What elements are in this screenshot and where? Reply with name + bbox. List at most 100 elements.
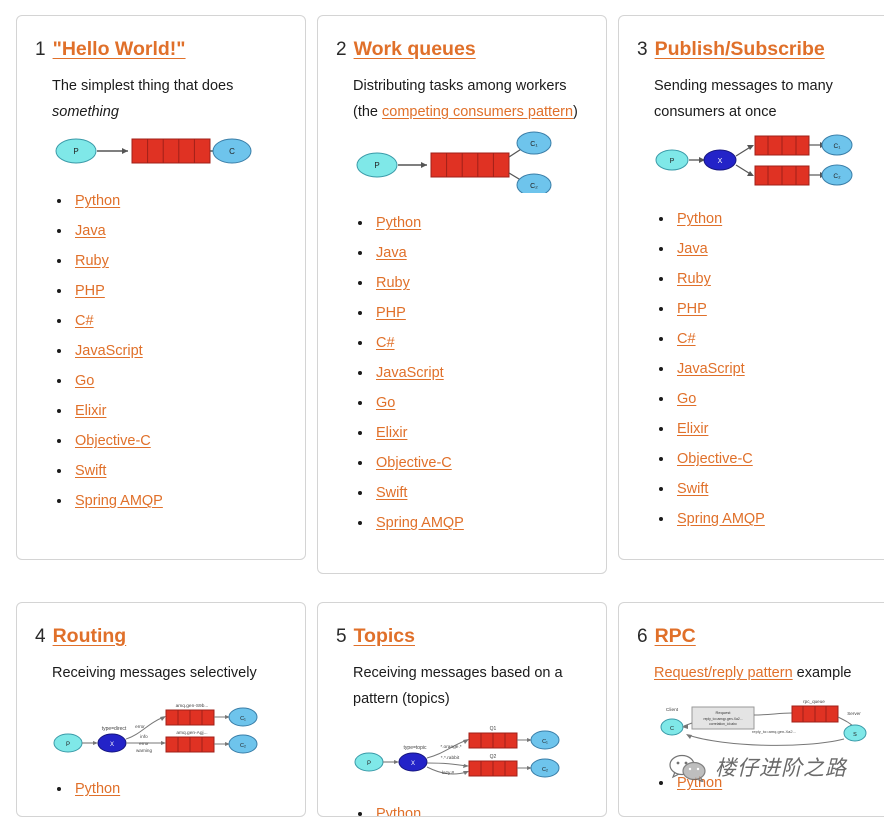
language-link[interactable]: C# xyxy=(376,335,395,351)
server-label: Server xyxy=(847,711,861,716)
language-link[interactable]: Java xyxy=(376,245,407,261)
language-link[interactable]: Ruby xyxy=(677,271,711,287)
language-link[interactable]: Spring AMQP xyxy=(376,515,464,531)
client-label: Client xyxy=(666,707,679,713)
language-link[interactable]: JavaScript xyxy=(677,361,745,377)
language-link[interactable]: Python xyxy=(677,211,722,227)
svg-text:C₁: C₁ xyxy=(240,716,246,722)
language-link[interactable]: Swift xyxy=(376,485,407,501)
list-item[interactable]: JavaScript xyxy=(55,336,287,366)
request-box: Request reply_to=amqp.gen-Xa2... correla… xyxy=(691,706,755,730)
tutorial-card-work-queues[interactable]: 2 Work queues Distributing tasks among w… xyxy=(317,15,607,574)
list-item[interactable]: Java xyxy=(55,216,287,246)
tutorial-card-publish-subscribe[interactable]: 3 Publish/Subscribe Sending messages to … xyxy=(618,15,884,560)
list-item[interactable]: Objective-C xyxy=(356,448,588,478)
language-link[interactable]: Elixir xyxy=(376,425,407,441)
list-item[interactable]: Swift xyxy=(356,478,588,508)
language-link[interactable]: JavaScript xyxy=(376,365,444,381)
diagram-topics: P type=topic X *.orange.* *.*.rabbit laz… xyxy=(336,718,588,789)
list-item[interactable]: Go xyxy=(356,388,588,418)
card-title-link[interactable]: RPC xyxy=(655,625,696,647)
list-item[interactable]: Java xyxy=(356,238,588,268)
language-link[interactable]: JavaScript xyxy=(75,343,143,359)
svg-text:C₁: C₁ xyxy=(530,141,538,148)
language-link[interactable]: Objective-C xyxy=(677,451,753,467)
tutorial-card-routing[interactable]: 4 Routing Receiving messages selectively… xyxy=(16,602,306,817)
list-item[interactable]: Python xyxy=(657,204,884,234)
list-item[interactable]: JavaScript xyxy=(356,358,588,388)
card-title-link[interactable]: Publish/Subscribe xyxy=(655,38,825,60)
card-header: 6 RPC xyxy=(637,625,884,647)
list-item[interactable]: Elixir xyxy=(55,396,287,426)
list-item[interactable]: Objective-C xyxy=(55,426,287,456)
list-item[interactable]: Spring AMQP xyxy=(55,486,287,516)
list-item[interactable]: Go xyxy=(657,384,884,414)
exchange-type-label: type=direct xyxy=(102,726,127,732)
list-item[interactable]: C# xyxy=(657,324,884,354)
card-title-link[interactable]: "Hello World!" xyxy=(53,38,186,60)
svg-text:C₁: C₁ xyxy=(834,143,842,150)
language-link[interactable]: PHP xyxy=(75,283,105,299)
desc-inline-link[interactable]: Request/reply pattern xyxy=(654,665,793,681)
language-link[interactable]: Spring AMQP xyxy=(75,493,163,509)
language-link[interactable]: Swift xyxy=(677,481,708,497)
list-item[interactable]: PHP xyxy=(657,294,884,324)
language-link[interactable]: Spring AMQP xyxy=(677,511,765,527)
language-link[interactable]: Python xyxy=(376,215,421,231)
language-link[interactable]: Ruby xyxy=(376,275,410,291)
card-title-link[interactable]: Topics xyxy=(354,625,415,647)
list-item[interactable]: Ruby xyxy=(55,246,287,276)
language-link[interactable]: Python xyxy=(376,806,421,816)
list-item[interactable]: Ruby xyxy=(657,264,884,294)
language-link[interactable]: C# xyxy=(75,313,94,329)
list-item[interactable]: Python xyxy=(657,768,884,798)
list-item[interactable]: Elixir xyxy=(657,414,884,444)
language-link[interactable]: Go xyxy=(75,373,94,389)
list-item[interactable]: C# xyxy=(55,306,287,336)
language-link[interactable]: Go xyxy=(376,395,395,411)
language-link[interactable]: Java xyxy=(677,241,708,257)
list-item[interactable]: JavaScript xyxy=(657,354,884,384)
card-title-link[interactable]: Routing xyxy=(53,625,127,647)
language-link[interactable]: Ruby xyxy=(75,253,109,269)
language-link[interactable]: Objective-C xyxy=(75,433,151,449)
language-link[interactable]: Elixir xyxy=(677,421,708,437)
language-link[interactable]: PHP xyxy=(376,305,406,321)
list-item[interactable]: Java xyxy=(657,234,884,264)
diagram-hello-world: P C xyxy=(35,131,287,176)
list-item[interactable]: Go xyxy=(55,366,287,396)
language-link[interactable]: Python xyxy=(75,193,120,209)
language-link[interactable]: Python xyxy=(677,775,722,791)
language-link[interactable]: Objective-C xyxy=(376,455,452,471)
list-item[interactable]: Python xyxy=(356,799,588,816)
card-number: 3 xyxy=(637,39,648,60)
queue-node-1 xyxy=(165,709,215,726)
list-item[interactable]: Elixir xyxy=(356,418,588,448)
list-item[interactable]: Python xyxy=(356,208,588,238)
list-item[interactable]: Swift xyxy=(55,456,287,486)
list-item[interactable]: C# xyxy=(356,328,588,358)
desc-inline-link[interactable]: competing consumers pattern xyxy=(382,104,573,120)
language-link[interactable]: Python xyxy=(75,781,120,797)
list-item[interactable]: Spring AMQP xyxy=(356,508,588,538)
tutorial-card-hello-world[interactable]: 1 "Hello World!" The simplest thing that… xyxy=(16,15,306,560)
card-description: Receiving messages selectively xyxy=(52,665,257,682)
language-link[interactable]: C# xyxy=(677,331,696,347)
language-link[interactable]: Swift xyxy=(75,463,106,479)
list-item[interactable]: Spring AMQP xyxy=(657,504,884,534)
list-item[interactable]: Objective-C xyxy=(657,444,884,474)
language-link[interactable]: Java xyxy=(75,223,106,239)
svg-text:warning: warning xyxy=(136,748,153,753)
language-link[interactable]: Go xyxy=(677,391,696,407)
list-item[interactable]: Ruby xyxy=(356,268,588,298)
language-link[interactable]: Elixir xyxy=(75,403,106,419)
language-link[interactable]: PHP xyxy=(677,301,707,317)
list-item[interactable]: Swift xyxy=(657,474,884,504)
list-item[interactable]: PHP xyxy=(55,276,287,306)
list-item[interactable]: Python xyxy=(55,186,287,216)
tutorial-card-rpc[interactable]: 6 RPC Request/reply pattern example Clie… xyxy=(618,602,884,817)
tutorial-card-topics[interactable]: 5 Topics Receiving messages based on a p… xyxy=(317,602,607,817)
card-title-link[interactable]: Work queues xyxy=(354,38,476,60)
list-item[interactable]: PHP xyxy=(356,298,588,328)
list-item[interactable]: Python xyxy=(55,774,287,804)
